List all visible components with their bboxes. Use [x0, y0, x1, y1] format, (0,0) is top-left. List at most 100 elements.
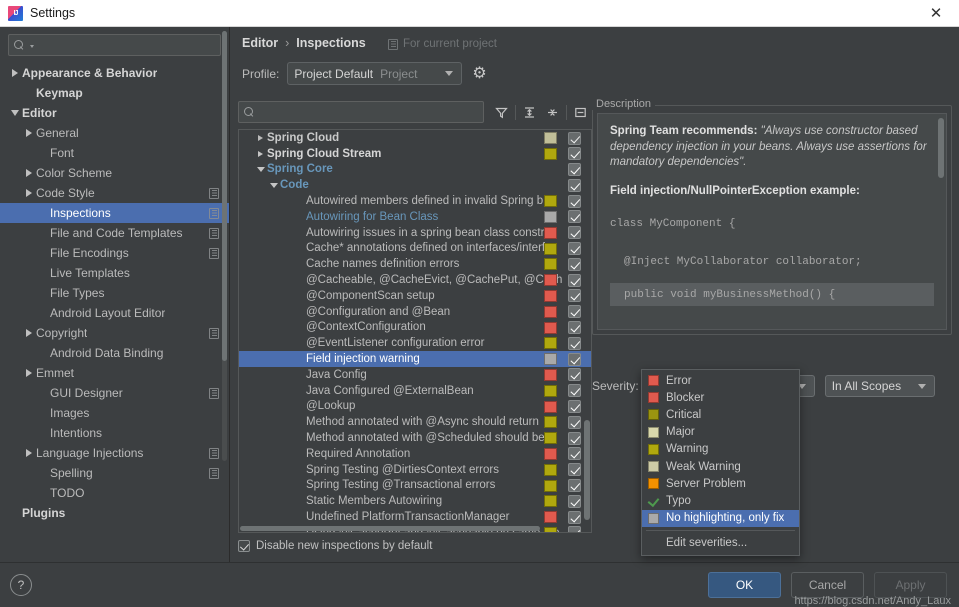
inspection-enabled-checkbox[interactable] — [568, 511, 581, 524]
inspection-row[interactable]: Cache names definition errors — [239, 256, 591, 272]
chevron-right-icon[interactable] — [22, 189, 36, 197]
sidebar-item-gui-designer[interactable]: GUI Designer — [0, 383, 229, 403]
sidebar-item-file-encodings[interactable]: File Encodings — [0, 243, 229, 263]
ok-button[interactable]: OK — [708, 572, 781, 598]
severity-swatch[interactable] — [544, 511, 557, 523]
inspection-enabled-checkbox[interactable] — [568, 163, 581, 176]
inspection-row[interactable]: Spring Testing @DirtiesContext errors — [239, 462, 591, 478]
sidebar-item-color-scheme[interactable]: Color Scheme — [0, 163, 229, 183]
severity-swatch[interactable] — [544, 290, 557, 302]
inspection-enabled-checkbox[interactable] — [568, 210, 581, 223]
inspections-horizontal-scrollbar[interactable] — [240, 526, 540, 531]
chevron-right-icon[interactable] — [254, 151, 267, 157]
inspection-enabled-checkbox[interactable] — [568, 195, 581, 208]
severity-swatch[interactable] — [544, 211, 557, 223]
copy-settings-icon[interactable] — [209, 328, 219, 339]
sidebar-item-live-templates[interactable]: Live Templates — [0, 263, 229, 283]
inspection-row[interactable]: Java Config — [239, 367, 591, 383]
inspection-enabled-checkbox[interactable] — [568, 479, 581, 492]
severity-swatch[interactable] — [544, 464, 557, 476]
breadcrumb-root[interactable]: Editor — [242, 36, 278, 50]
inspection-row[interactable]: Java Configured @ExternalBean — [239, 383, 591, 399]
sidebar-item-emmet[interactable]: Emmet — [0, 363, 229, 383]
sidebar-item-file-types[interactable]: File Types — [0, 283, 229, 303]
inspection-enabled-checkbox[interactable] — [568, 432, 581, 445]
inspection-row[interactable]: Method annotated with @Scheduled should … — [239, 430, 591, 446]
description-scrollbar[interactable] — [938, 118, 944, 178]
chevron-right-icon[interactable] — [22, 369, 36, 377]
severity-swatch[interactable] — [544, 132, 557, 144]
collapse-all-icon[interactable] — [541, 101, 564, 123]
inspection-enabled-checkbox[interactable] — [568, 495, 581, 508]
chevron-right-icon[interactable] — [8, 69, 22, 77]
sidebar-item-android-layout-editor[interactable]: Android Layout Editor — [0, 303, 229, 323]
sidebar-item-android-data-binding[interactable]: Android Data Binding — [0, 343, 229, 363]
copy-settings-icon[interactable] — [209, 468, 219, 479]
inspection-enabled-checkbox[interactable] — [568, 305, 581, 318]
filter-icon[interactable] — [490, 101, 513, 123]
chevron-right-icon[interactable] — [22, 449, 36, 457]
inspection-enabled-checkbox[interactable] — [568, 400, 581, 413]
inspection-row[interactable]: @EventListener configuration error — [239, 335, 591, 351]
inspections-vertical-scrollbar[interactable] — [584, 420, 590, 520]
severity-option-error[interactable]: Error — [642, 372, 799, 389]
inspection-row[interactable]: @ContextConfiguration — [239, 320, 591, 336]
severity-option-weak-warning[interactable]: Weak Warning — [642, 458, 799, 475]
severity-swatch[interactable] — [544, 353, 557, 365]
severity-swatch[interactable] — [544, 227, 557, 239]
chevron-right-icon[interactable] — [22, 169, 36, 177]
inspection-enabled-checkbox[interactable] — [568, 258, 581, 271]
inspection-row[interactable]: Autowiring for Bean Class — [239, 209, 591, 225]
sidebar-item-language-injections[interactable]: Language Injections — [0, 443, 229, 463]
inspection-row[interactable]: @ComponentScan setup — [239, 288, 591, 304]
inspection-enabled-checkbox[interactable] — [568, 321, 581, 334]
inspection-row[interactable]: Required Annotation — [239, 446, 591, 462]
inspection-row[interactable]: @Lookup — [239, 399, 591, 415]
inspection-enabled-checkbox[interactable] — [568, 226, 581, 239]
inspection-enabled-checkbox[interactable] — [568, 384, 581, 397]
severity-swatch[interactable] — [544, 258, 557, 270]
severity-option-no-highlighting-only-fix[interactable]: No highlighting, only fix — [642, 510, 799, 527]
chevron-right-icon[interactable] — [22, 129, 36, 137]
sidebar-item-copyright[interactable]: Copyright — [0, 323, 229, 343]
inspection-enabled-checkbox[interactable] — [568, 463, 581, 476]
sidebar-item-code-style[interactable]: Code Style — [0, 183, 229, 203]
sidebar-item-inspections[interactable]: Inspections — [0, 203, 229, 223]
severity-swatch[interactable] — [544, 306, 557, 318]
severity-swatch[interactable] — [544, 195, 557, 207]
inspection-row[interactable]: @Cacheable, @CacheEvict, @CachePut, @Cac… — [239, 272, 591, 288]
inspection-row[interactable]: Undefined PlatformTransactionManager — [239, 509, 591, 525]
inspection-row[interactable]: Autowired members defined in invalid Spr… — [239, 193, 591, 209]
inspection-row[interactable]: Spring Core — [239, 162, 591, 178]
copy-settings-icon[interactable] — [209, 388, 219, 399]
inspection-enabled-checkbox[interactable] — [568, 353, 581, 366]
scope-dropdown[interactable]: In All Scopes — [825, 375, 935, 397]
sidebar-item-file-and-code-templates[interactable]: File and Code Templates — [0, 223, 229, 243]
toggle-panel-icon[interactable] — [569, 101, 592, 123]
severity-swatch[interactable] — [544, 322, 557, 334]
sidebar-item-font[interactable]: Font — [0, 143, 229, 163]
inspection-enabled-checkbox[interactable] — [568, 368, 581, 381]
inspection-enabled-checkbox[interactable] — [568, 179, 581, 192]
inspection-row[interactable]: Field injection warning — [239, 351, 591, 367]
help-button[interactable]: ? — [10, 574, 32, 596]
sidebar-scrollbar[interactable] — [222, 31, 227, 461]
inspection-enabled-checkbox[interactable] — [568, 289, 581, 302]
inspection-row[interactable]: Spring Cloud — [239, 130, 591, 146]
severity-swatch[interactable] — [544, 416, 557, 428]
sidebar-item-keymap[interactable]: Keymap — [0, 83, 229, 103]
severity-swatch[interactable] — [544, 448, 557, 460]
severity-option-typo[interactable]: Typo — [642, 492, 799, 509]
severity-swatch[interactable] — [544, 527, 557, 533]
chevron-down-icon[interactable] — [8, 110, 22, 116]
inspection-enabled-checkbox[interactable] — [568, 242, 581, 255]
severity-swatch[interactable] — [544, 274, 557, 286]
inspection-row[interactable]: @Configuration and @Bean — [239, 304, 591, 320]
inspection-enabled-checkbox[interactable] — [568, 337, 581, 350]
sidebar-item-appearance-behavior[interactable]: Appearance & Behavior — [0, 63, 229, 83]
copy-settings-icon[interactable] — [209, 248, 219, 259]
sidebar-item-intentions[interactable]: Intentions — [0, 423, 229, 443]
expand-all-icon[interactable] — [518, 101, 541, 123]
inspection-row[interactable]: Spring Cloud Stream — [239, 146, 591, 162]
inspection-row[interactable]: Cache* annotations defined on interfaces… — [239, 241, 591, 257]
